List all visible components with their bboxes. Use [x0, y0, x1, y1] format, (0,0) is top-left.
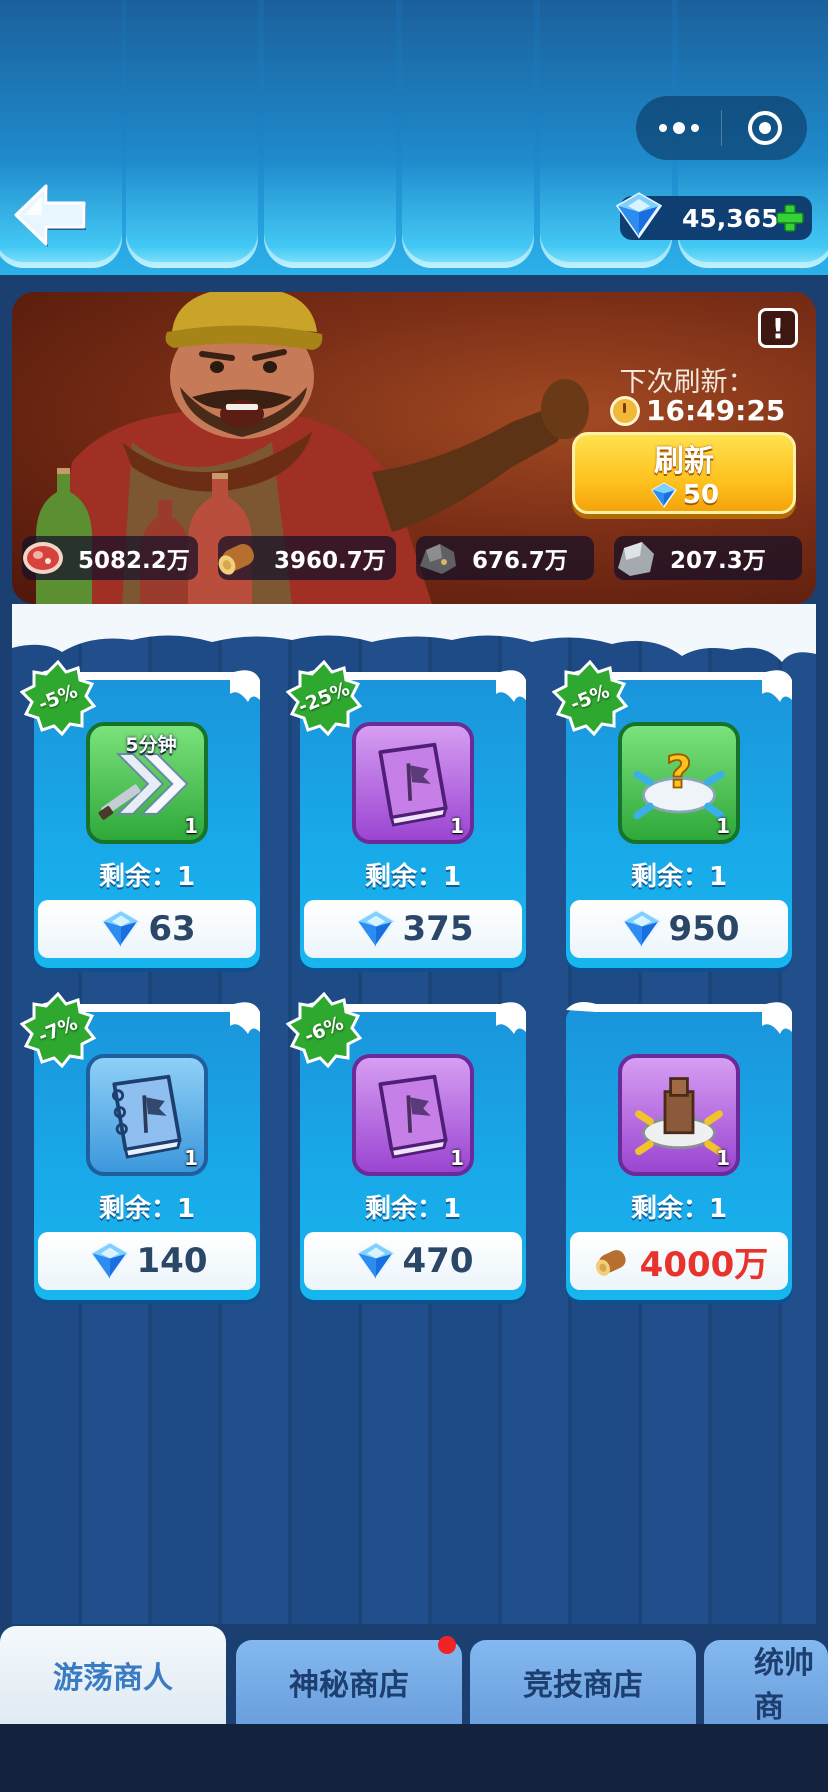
gem-count: 45,365 — [682, 203, 779, 233]
shop-item-card[interactable]: 1 剩余：1 140 -7% — [19, 991, 260, 1300]
item-frame: ? 1 — [618, 722, 740, 844]
discount-badge: -25% — [285, 659, 363, 737]
more-dots-icon — [658, 122, 699, 134]
stone-amount: 207.3万 — [670, 548, 766, 574]
shop-item-card[interactable]: 1 剩余：1 470 -6% — [285, 991, 526, 1300]
meat-amount: 5082.2万 — [78, 548, 190, 574]
price-value: 470 — [402, 1241, 474, 1281]
resource-stone: 207.3万 — [614, 536, 802, 580]
gem-balance: 45,365 — [615, 192, 812, 240]
item-frame: 1 — [352, 1054, 474, 1176]
resource-bar: 5082.2万 3960.7万 676.7万 207.3万 — [22, 536, 812, 580]
stone-icon — [618, 542, 654, 576]
tab-label: 游荡商人 — [53, 1661, 173, 1696]
shop-item-card[interactable]: 1 剩余：1 375 -25% — [285, 659, 526, 968]
tab-label: 竞技商店 — [523, 1668, 643, 1703]
buy-price-button[interactable]: 375 — [304, 900, 522, 958]
refresh-button-label: 刷新 — [654, 444, 714, 479]
remaining-stock: 剩余：1 — [98, 862, 196, 892]
remaining-stock: 剩余：1 — [630, 1194, 728, 1224]
discount-badge: -5% — [551, 659, 629, 737]
gem-icon — [101, 909, 141, 949]
shop-info-button[interactable]: ! — [758, 308, 798, 348]
svg-text:?: ? — [666, 746, 692, 799]
buy-price-button[interactable]: 950 — [570, 900, 788, 958]
item-quantity: 1 — [450, 1146, 464, 1170]
tab-arena-shop[interactable]: 竞技商店 — [470, 1640, 696, 1724]
curtain-panel — [264, 0, 396, 268]
item-quantity: 1 — [450, 814, 464, 838]
target-close-icon — [747, 111, 782, 145]
tab-label: 统帅商 — [754, 1646, 814, 1725]
ore-amount: 676.7万 — [472, 548, 568, 574]
wood-log-icon — [218, 543, 254, 575]
buy-price-button[interactable]: 4000万 — [570, 1232, 788, 1290]
item-frame: 5分钟 1 — [86, 722, 208, 844]
item-frame: 1 — [352, 722, 474, 844]
wood-amount: 3960.7万 — [274, 548, 386, 574]
price-value: 950 — [668, 909, 740, 949]
gem-icon — [356, 909, 395, 949]
remaining-stock: 剩余：1 — [364, 1194, 462, 1224]
discount-badge: -7% — [19, 991, 97, 1069]
buy-price-button[interactable]: 470 — [304, 1232, 522, 1290]
shop-item-card[interactable]: 5分钟 1 剩余：1 63 -5% — [19, 659, 260, 968]
price-value: 4000万 — [639, 1244, 769, 1285]
tab-label: 神秘商店 — [289, 1668, 409, 1703]
notification-dot — [438, 1636, 456, 1654]
gem-icon — [356, 1241, 395, 1281]
curtain-panel — [126, 0, 258, 268]
merchant-banner: ! 下次刷新： 16:49:25 刷新 50 5082.2万 3960.7万 6… — [12, 292, 816, 604]
discount-badge: -6% — [285, 991, 363, 1069]
item-quantity: 1 — [184, 1146, 198, 1170]
gem-icon — [622, 909, 661, 949]
snow-edge — [12, 604, 816, 662]
item-quantity: 1 — [716, 1146, 730, 1170]
tab-wandering-merchant[interactable]: 游荡商人 — [0, 1626, 226, 1724]
buy-price-button[interactable]: 140 — [38, 1232, 256, 1290]
item-quantity: 1 — [184, 814, 198, 838]
gem-icon — [615, 192, 663, 239]
ore-icon — [420, 544, 456, 574]
remaining-stock: 剩余：1 — [98, 1194, 196, 1224]
price-value: 63 — [148, 909, 196, 949]
remaining-stock: 剩余：1 — [364, 862, 462, 892]
resource-wood: 3960.7万 — [218, 536, 396, 580]
shop-item-card[interactable]: 1 剩余：1 4000万 — [566, 1002, 792, 1300]
refresh-time-value: 16:49:25 — [646, 394, 786, 427]
price-value: 375 — [402, 909, 474, 949]
item-frame: 1 — [618, 1054, 740, 1176]
resource-ore: 676.7万 — [416, 536, 594, 580]
tab-commander-shop[interactable]: 统帅商 — [704, 1640, 828, 1725]
refresh-button[interactable]: 刷新 50 — [572, 432, 796, 514]
bottom-safe-area — [0, 1724, 828, 1792]
refresh-cost-value: 50 — [682, 480, 720, 510]
curtain-panel — [402, 0, 534, 268]
card-snow — [566, 1002, 792, 1034]
gem-icon — [90, 1241, 129, 1281]
more-menu-button[interactable] — [636, 96, 721, 160]
duration-tag: 5分钟 — [125, 734, 177, 756]
gem-icon — [651, 482, 677, 509]
resource-meat: 5082.2万 — [22, 536, 198, 580]
tab-mystery-shop[interactable]: 神秘商店 — [236, 1636, 462, 1724]
item-quantity: 1 — [716, 814, 730, 838]
mini-program-capsule — [636, 96, 807, 160]
add-gems-icon[interactable] — [774, 202, 806, 234]
back-arrow-icon[interactable] — [12, 182, 88, 248]
shop-tabs: 游荡商人 神秘商店 竞技商店 统帅商 — [0, 1626, 828, 1725]
shop-item-card[interactable]: ? 1 剩余：1 950 -5% — [551, 659, 792, 968]
clock-icon — [610, 395, 640, 426]
buy-price-button[interactable]: 63 — [38, 900, 256, 958]
refresh-countdown: 16:49:25 — [610, 394, 785, 427]
meat-icon — [23, 542, 63, 574]
price-value: 140 — [136, 1241, 208, 1281]
close-mini-program-button[interactable] — [722, 96, 807, 160]
remaining-stock: 剩余：1 — [630, 862, 728, 892]
discount-badge: -5% — [19, 659, 97, 737]
item-frame: 1 — [86, 1054, 208, 1176]
refresh-cost: 50 — [649, 480, 719, 510]
wood-log-icon — [595, 1250, 626, 1276]
